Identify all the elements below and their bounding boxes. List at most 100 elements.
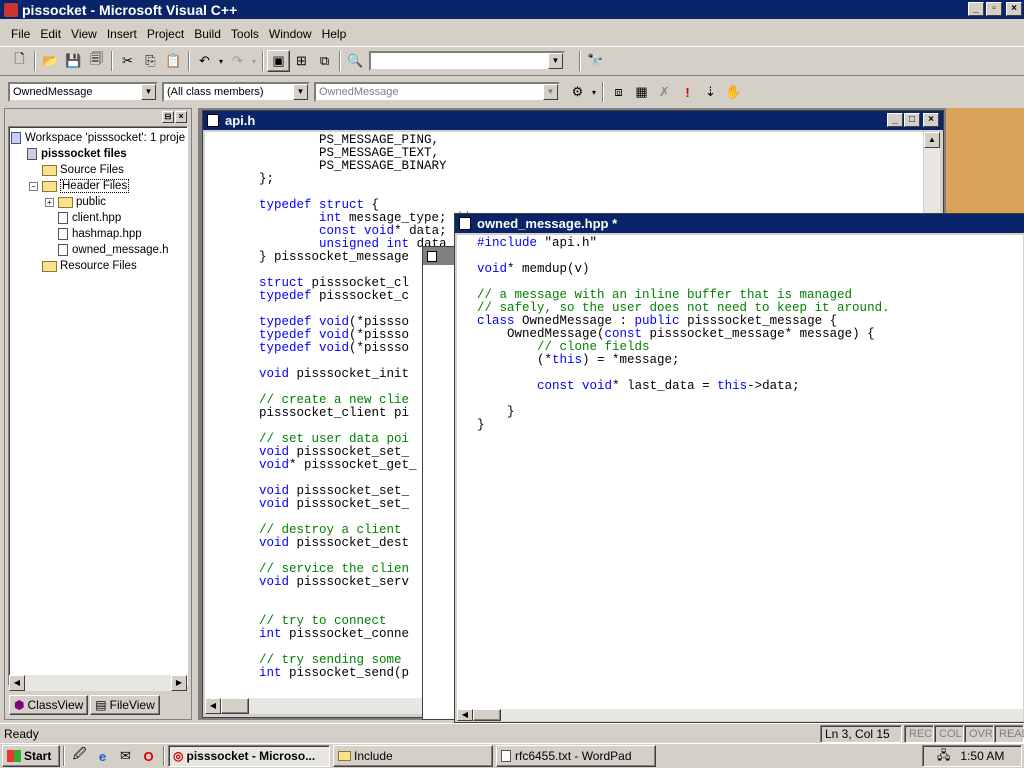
tree-item[interactable]: +hashmap.hpp	[9, 226, 187, 242]
task-visual-cpp[interactable]: ◎ pisssocket - Microso...	[168, 745, 330, 767]
menu-view[interactable]: View	[66, 27, 102, 41]
owned-message-title: owned_message.hpp *	[477, 216, 618, 231]
owned-message-hscrollbar[interactable]: ◀	[457, 709, 1023, 721]
close-button[interactable]: ×	[1006, 2, 1022, 16]
scroll-left-icon[interactable]: ◀	[205, 698, 221, 714]
class-combo[interactable]: OwnedMessage ▼	[8, 82, 158, 102]
tree-item-label: pisssocket files	[41, 148, 127, 160]
build-icon[interactable]: ▦	[630, 81, 653, 103]
filter-combo[interactable]: (All class members) ▼	[162, 82, 310, 102]
menu-tools[interactable]: Tools	[226, 27, 264, 41]
menu-build[interactable]: Build	[189, 27, 226, 41]
tree-item-label: Resource Files	[60, 260, 137, 272]
internet-explorer-icon[interactable]: e	[91, 745, 114, 767]
workspace-toggle-icon[interactable]: ▣	[267, 50, 290, 72]
minimize-button[interactable]: _	[887, 113, 903, 127]
menu-bar: File Edit View Insert Project Build Tools Windo…	[6, 25, 351, 43]
task-include-label: Include	[354, 749, 393, 763]
undo-icon[interactable]: ↶	[193, 50, 216, 72]
save-icon[interactable]: 💾	[62, 50, 85, 72]
chevron-down-icon[interactable]: ▼	[543, 84, 558, 100]
compile-icon[interactable]: ⧈	[607, 81, 630, 103]
start-button[interactable]: Start	[2, 745, 60, 767]
workspace-panel: ⊟ × Workspace 'pisssocket': 1 proje pisss…	[4, 108, 192, 720]
maximize-button[interactable]: □	[904, 113, 920, 127]
tree-item[interactable]: Workspace 'pisssocket': 1 proje	[9, 130, 187, 146]
cut-icon[interactable]: ✂	[116, 50, 139, 72]
tree-hscrollbar[interactable]: ◀ ▶	[9, 675, 187, 691]
class-combo-value: OwnedMessage	[13, 86, 93, 98]
tab-classview[interactable]: ⬢ ClassView	[9, 695, 89, 715]
undo-dropdown-icon[interactable]: ▾	[216, 50, 226, 72]
wizard-dropdown-icon[interactable]: ▾	[589, 81, 599, 103]
scroll-thumb[interactable]	[473, 709, 501, 721]
chevron-down-icon[interactable]: ▼	[293, 84, 308, 100]
close-icon[interactable]: ×	[175, 111, 187, 123]
copy-icon[interactable]: ⎘	[139, 50, 162, 72]
owned-message-editor[interactable]: #include "api.h" void* memdup(v)// a mess…	[457, 235, 1023, 709]
paste-icon[interactable]: 📋	[162, 50, 185, 72]
file-tree: Workspace 'pisssocket': 1 proje pisssocke…	[8, 126, 188, 686]
outlook-express-icon[interactable]: ✉	[114, 745, 137, 767]
tab-classview-label: ClassView	[27, 698, 84, 712]
find-combo[interactable]: ▼	[369, 51, 565, 71]
network-icon[interactable]: 🖧	[937, 746, 950, 767]
stop-build-icon[interactable]: ✗	[653, 81, 676, 103]
chevron-down-icon[interactable]: ▼	[548, 53, 563, 69]
opera-icon[interactable]: O	[137, 745, 160, 767]
tab-fileview[interactable]: ▤ FileView	[90, 695, 160, 715]
wizard-action-icon[interactable]: ⚙	[566, 81, 589, 103]
tree-item[interactable]: +Resource Files	[9, 258, 187, 274]
menu-insert[interactable]: Insert	[102, 27, 142, 41]
scroll-left-icon[interactable]: ◀	[9, 675, 25, 691]
tree-item[interactable]: +Source Files	[9, 162, 187, 178]
tree-item[interactable]: − Header Files	[9, 178, 187, 194]
restore-button[interactable]: ▫	[986, 2, 1002, 16]
col-indicator: COL	[934, 724, 964, 743]
folder-icon	[58, 196, 73, 208]
save-all-icon[interactable]: 🗐	[85, 50, 108, 72]
chevron-down-icon[interactable]: ▼	[141, 84, 156, 100]
minimize-button[interactable]: _	[968, 2, 984, 16]
close-button[interactable]: ×	[923, 113, 939, 127]
tree-item[interactable]: +owned_message.h	[9, 242, 187, 258]
menu-file[interactable]: File	[6, 27, 35, 41]
vcpp-icon: ◎	[173, 749, 184, 763]
expand-icon[interactable]: +	[45, 197, 54, 207]
code-line: void* memdup(v)	[477, 262, 590, 276]
api-h-title-bar: api.h _ □ ×	[203, 111, 943, 130]
cursor-position: Ln 3, Col 15	[820, 724, 902, 743]
window-list-icon[interactable]: ⧉	[313, 50, 336, 72]
collapse-icon[interactable]: −	[29, 181, 38, 191]
member-combo[interactable]: OwnedMessage ▼	[314, 82, 560, 102]
output-window-icon[interactable]: ⊞	[290, 50, 313, 72]
menu-window[interactable]: Window	[264, 27, 317, 41]
show-desktop-icon[interactable]: 🖉	[68, 745, 91, 767]
clock[interactable]: 1:50 AM	[960, 749, 1004, 763]
tree-item[interactable]: pisssocket files	[9, 146, 187, 162]
scroll-right-icon[interactable]: ▶	[171, 675, 187, 691]
menu-project[interactable]: Project	[142, 27, 189, 41]
execute-icon[interactable]: !	[676, 81, 699, 103]
scroll-left-icon[interactable]: ◀	[457, 709, 473, 721]
menu-edit[interactable]: Edit	[35, 27, 66, 41]
wizard-bar: OwnedMessage ▼ (All class members) ▼ Owned…	[0, 78, 1024, 106]
task-wordpad[interactable]: rfc6455.txt - WordPad	[496, 745, 656, 767]
new-file-icon[interactable]: 🗋	[8, 50, 31, 72]
scroll-thumb[interactable]	[221, 698, 249, 714]
menu-help[interactable]: Help	[317, 27, 352, 41]
tree-item[interactable]: + public	[9, 194, 187, 210]
open-icon[interactable]: 📂	[39, 50, 62, 72]
redo-dropdown-icon[interactable]: ▾	[249, 50, 259, 72]
tree-item[interactable]: +client.hpp	[9, 210, 187, 226]
find-icon[interactable]: 🔭	[584, 50, 607, 72]
dock-icon[interactable]: ⊟	[162, 111, 174, 123]
task-include[interactable]: Include	[333, 745, 493, 767]
redo-icon[interactable]: ↷	[226, 50, 249, 72]
tree-item-label: client.hpp	[72, 212, 122, 224]
find-in-files-icon[interactable]: 🔍	[344, 50, 367, 72]
folder-open-icon	[42, 180, 57, 192]
scroll-up-icon[interactable]: ▲	[924, 132, 940, 148]
go-icon[interactable]: ⇣	[699, 81, 722, 103]
breakpoint-hand-icon[interactable]: ✋	[722, 81, 745, 103]
